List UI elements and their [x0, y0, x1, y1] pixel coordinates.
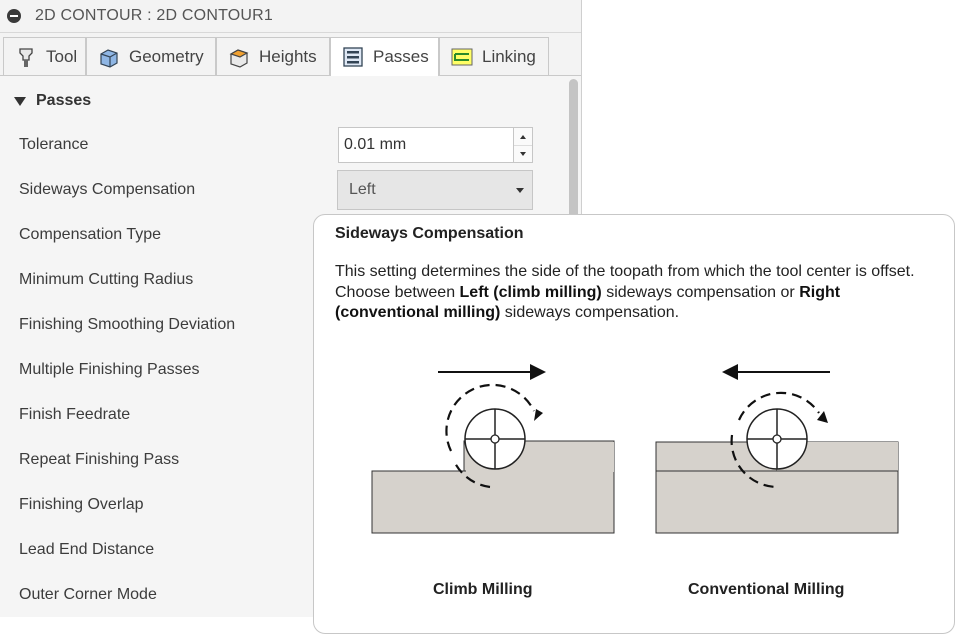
heights-icon [229, 48, 249, 68]
caption-conventional-milling: Conventional Milling [688, 581, 845, 598]
label-outer-corner-mode: Outer Corner Mode [19, 586, 157, 603]
tab-linking[interactable]: Linking [439, 37, 549, 75]
label-repeat-finishing-pass: Repeat Finishing Pass [19, 451, 180, 468]
expand-triangle-icon[interactable] [14, 96, 26, 106]
label-finishing-overlap: Finishing Overlap [19, 496, 144, 513]
tab-bar: Tool Geometry Heights Passes Linking [0, 33, 581, 76]
tolerance-input[interactable]: 0.01 mm [338, 127, 514, 163]
tab-geometry-label: Geometry [129, 46, 204, 66]
tab-geometry[interactable]: Geometry [86, 37, 216, 75]
panel-title: 2D CONTOUR : 2D CONTOUR1 [35, 7, 274, 24]
passes-icon [343, 47, 363, 67]
tab-passes[interactable]: Passes [330, 37, 439, 76]
tab-tool[interactable]: Tool [3, 37, 86, 75]
conventional-milling-illustration [655, 364, 899, 534]
help-tooltip: Sideways Compensation This setting deter… [313, 214, 955, 634]
tool-icon [19, 47, 33, 67]
label-finish-feedrate: Finish Feedrate [19, 406, 131, 423]
linking-icon [451, 48, 473, 65]
panel-titlebar: 2D CONTOUR : 2D CONTOUR1 [0, 0, 581, 33]
label-multiple-finishing-passes: Multiple Finishing Passes [19, 361, 200, 378]
label-compensation-type: Compensation Type [19, 226, 162, 243]
stepper-down-icon[interactable] [514, 145, 532, 162]
tolerance-stepper[interactable] [513, 127, 533, 163]
collapse-icon[interactable] [7, 9, 21, 23]
label-finishing-smoothing-deviation: Finishing Smoothing Deviation [19, 316, 236, 333]
sideways-compensation-value: Left [349, 181, 376, 198]
geometry-icon [100, 48, 118, 68]
tab-heights[interactable]: Heights [216, 37, 330, 75]
label-minimum-cutting-radius: Minimum Cutting Radius [19, 271, 194, 288]
tab-passes-label: Passes [373, 47, 429, 66]
climb-milling-illustration [371, 364, 615, 534]
label-lead-end-distance: Lead End Distance [19, 541, 155, 558]
milling-diagram [371, 364, 899, 534]
tab-tool-label: Tool [46, 46, 78, 66]
section-title: Passes [36, 92, 92, 109]
sideways-compensation-select[interactable]: Left [337, 170, 533, 210]
caption-climb-milling: Climb Milling [433, 581, 533, 598]
tab-linking-label: Linking [482, 46, 536, 66]
section-passes[interactable]: Passes [14, 92, 91, 110]
tab-heights-label: Heights [259, 46, 317, 66]
label-sideways-compensation: Sideways Compensation [19, 181, 196, 198]
label-tolerance: Tolerance [19, 136, 89, 153]
stepper-up-icon[interactable] [514, 128, 532, 146]
chevron-down-icon [516, 188, 524, 193]
